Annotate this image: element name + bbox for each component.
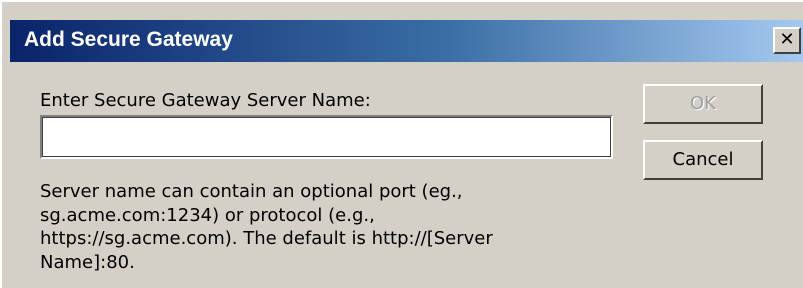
close-button[interactable]: ✕ bbox=[773, 27, 801, 54]
close-icon: ✕ bbox=[779, 29, 795, 50]
help-text: Server name can contain an optional port… bbox=[40, 181, 493, 273]
cancel-button[interactable]: Cancel bbox=[643, 140, 763, 180]
title-bar[interactable]: Add Secure Gateway ✕ bbox=[10, 20, 803, 62]
ok-button[interactable]: OK bbox=[643, 84, 763, 124]
dialog-title: Add Secure Gateway bbox=[24, 28, 233, 51]
server-name-label: Enter Secure Gateway Server Name: bbox=[40, 90, 371, 111]
add-secure-gateway-dialog: Add Secure Gateway ✕ Enter Secure Gatewa… bbox=[0, 0, 803, 288]
server-name-input[interactable] bbox=[40, 115, 613, 159]
